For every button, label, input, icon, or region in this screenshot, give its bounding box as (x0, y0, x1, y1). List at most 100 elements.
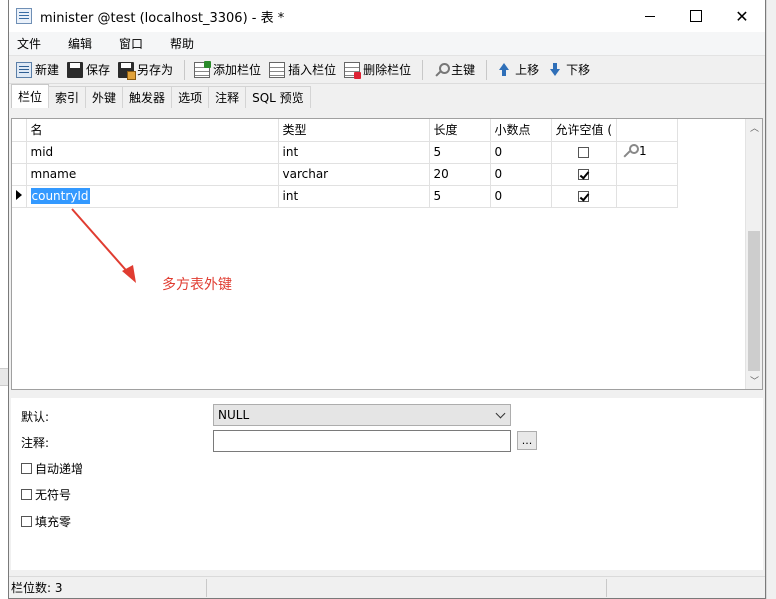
insert-field-label: 插入栏位 (288, 63, 337, 77)
not-null-cell[interactable] (551, 185, 617, 208)
tab-comment[interactable]: 注释 (208, 86, 247, 108)
not-null-checkbox[interactable] (578, 191, 590, 202)
scroll-down-icon[interactable]: ﹀ (746, 372, 763, 389)
design-tabs: 栏位 索引 外键 触发器 选项 注释 SQL 预览 (9, 84, 765, 108)
insert-field-button[interactable]: 插入栏位 (266, 59, 339, 81)
close-icon: ✕ (735, 6, 749, 26)
row-indicator-header (12, 119, 27, 142)
zerofill-option[interactable]: 填充零 (21, 513, 71, 530)
menu-help[interactable]: 帮助 (168, 35, 207, 52)
field-length-cell[interactable]: 5 (429, 141, 491, 164)
table-icon (16, 8, 32, 24)
save-as-button[interactable]: 另存为 (115, 59, 176, 81)
new-label: 新建 (35, 63, 60, 77)
row-indicator[interactable] (12, 163, 27, 186)
table-row[interactable]: mid int 5 0 1 (12, 141, 678, 164)
new-button[interactable]: 新建 (13, 59, 62, 81)
not-null-checkbox[interactable] (578, 169, 590, 180)
field-length-cell[interactable]: 5 (429, 185, 491, 208)
tab-triggers[interactable]: 触发器 (122, 86, 173, 108)
menu-file[interactable]: 文件 (15, 35, 54, 52)
tab-foreign-keys[interactable]: 外键 (85, 86, 124, 108)
menu-window[interactable]: 窗口 (117, 35, 156, 52)
add-field-label: 添加栏位 (213, 63, 262, 77)
not-null-cell[interactable] (551, 141, 617, 164)
field-type-cell[interactable]: varchar (278, 163, 430, 186)
comment-ellipsis-button[interactable]: ... (517, 431, 537, 450)
minimize-button[interactable] (627, 0, 673, 32)
delete-field-label: 删除栏位 (363, 63, 412, 77)
row-indicator[interactable] (12, 141, 27, 164)
table-row[interactable]: mname varchar 20 0 (12, 163, 678, 186)
grid-vertical-scrollbar[interactable]: ︿ ﹀ (745, 119, 762, 389)
key-cell[interactable] (616, 185, 678, 208)
annotation-text: 多方表外键 (162, 277, 232, 293)
row-indicator[interactable] (12, 185, 27, 208)
scroll-up-icon[interactable]: ︿ (746, 119, 763, 136)
unsigned-label: 无符号 (35, 488, 72, 502)
window-controls: ✕ (627, 0, 765, 32)
header-name[interactable]: 名 (26, 119, 279, 142)
delete-field-button[interactable]: 删除栏位 (341, 59, 414, 81)
field-name-cell[interactable]: countryId (26, 185, 279, 208)
toolbar-separator (184, 59, 186, 80)
toolbar-separator (422, 59, 424, 80)
close-button[interactable]: ✕ (719, 0, 765, 32)
menu-edit[interactable]: 编辑 (66, 35, 105, 52)
move-up-button[interactable]: 上移 (493, 59, 542, 81)
auto-increment-checkbox[interactable] (21, 463, 32, 474)
field-count: 栏位数: 3 (9, 578, 207, 597)
toolbar-separator (486, 59, 488, 80)
annotation-arrow (71, 208, 136, 283)
table-row-selected[interactable]: countryId int 5 0 (12, 185, 678, 208)
field-decimals-cell[interactable]: 0 (490, 141, 552, 164)
unsigned-option[interactable]: 无符号 (21, 486, 71, 503)
auto-increment-label: 自动递增 (35, 462, 84, 476)
maximize-button[interactable] (673, 0, 719, 32)
key-cell[interactable]: 1 (616, 141, 678, 164)
header-row: 名 类型 长度 小数点 允许空值 ( (12, 119, 678, 142)
header-decimals[interactable]: 小数点 (490, 119, 552, 142)
chevron-down-icon (495, 408, 506, 419)
comment-input[interactable] (213, 430, 511, 452)
field-type-cell[interactable]: int (278, 141, 430, 164)
field-type-cell[interactable]: int (278, 185, 430, 208)
primary-key-marker: 1 (621, 143, 647, 158)
primary-key-button[interactable]: 主键 (429, 59, 478, 81)
tab-sql-preview[interactable]: SQL 预览 (245, 86, 311, 108)
table-design-window: minister @test (localhost_3306) - 表 * ✕ … (8, 0, 766, 599)
title-bar: minister @test (localhost_3306) - 表 * ✕ (9, 0, 765, 32)
save-as-icon (118, 61, 137, 80)
add-field-button[interactable]: 添加栏位 (191, 59, 264, 81)
header-type[interactable]: 类型 (278, 119, 430, 142)
scroll-thumb[interactable] (748, 231, 760, 371)
not-null-cell[interactable] (551, 163, 617, 186)
fields-grid: 名 类型 长度 小数点 允许空值 ( mid int 5 0 1 mname v… (11, 118, 763, 390)
annotation-arrow-shaft (71, 208, 133, 278)
key-icon (621, 143, 639, 158)
field-name-cell[interactable]: mname (26, 163, 279, 186)
unsigned-checkbox[interactable] (21, 489, 32, 500)
default-select[interactable]: NULL (213, 404, 511, 426)
field-decimals-cell[interactable]: 0 (490, 185, 552, 208)
primary-key-label: 主键 (451, 63, 476, 77)
tab-indexes[interactable]: 索引 (48, 86, 87, 108)
move-down-button[interactable]: 下移 (544, 59, 593, 81)
field-length-cell[interactable]: 20 (429, 163, 491, 186)
tab-fields[interactable]: 栏位 (11, 84, 50, 108)
zerofill-checkbox[interactable] (21, 516, 32, 527)
save-button[interactable]: 保存 (64, 59, 113, 81)
arrow-down-icon (547, 62, 563, 78)
background-app-bar (0, 368, 8, 386)
save-icon (67, 61, 84, 78)
field-name-cell[interactable]: mid (26, 141, 279, 164)
header-not-null[interactable]: 允许空值 ( (551, 119, 617, 142)
field-decimals-cell[interactable]: 0 (490, 163, 552, 186)
field-name-editing[interactable]: countryId (30, 188, 90, 204)
header-length[interactable]: 长度 (429, 119, 491, 142)
not-null-checkbox[interactable] (578, 147, 590, 158)
tab-options[interactable]: 选项 (171, 86, 210, 108)
auto-increment-option[interactable]: 自动递增 (21, 460, 83, 477)
key-cell[interactable] (616, 163, 678, 186)
key-icon (432, 62, 451, 78)
